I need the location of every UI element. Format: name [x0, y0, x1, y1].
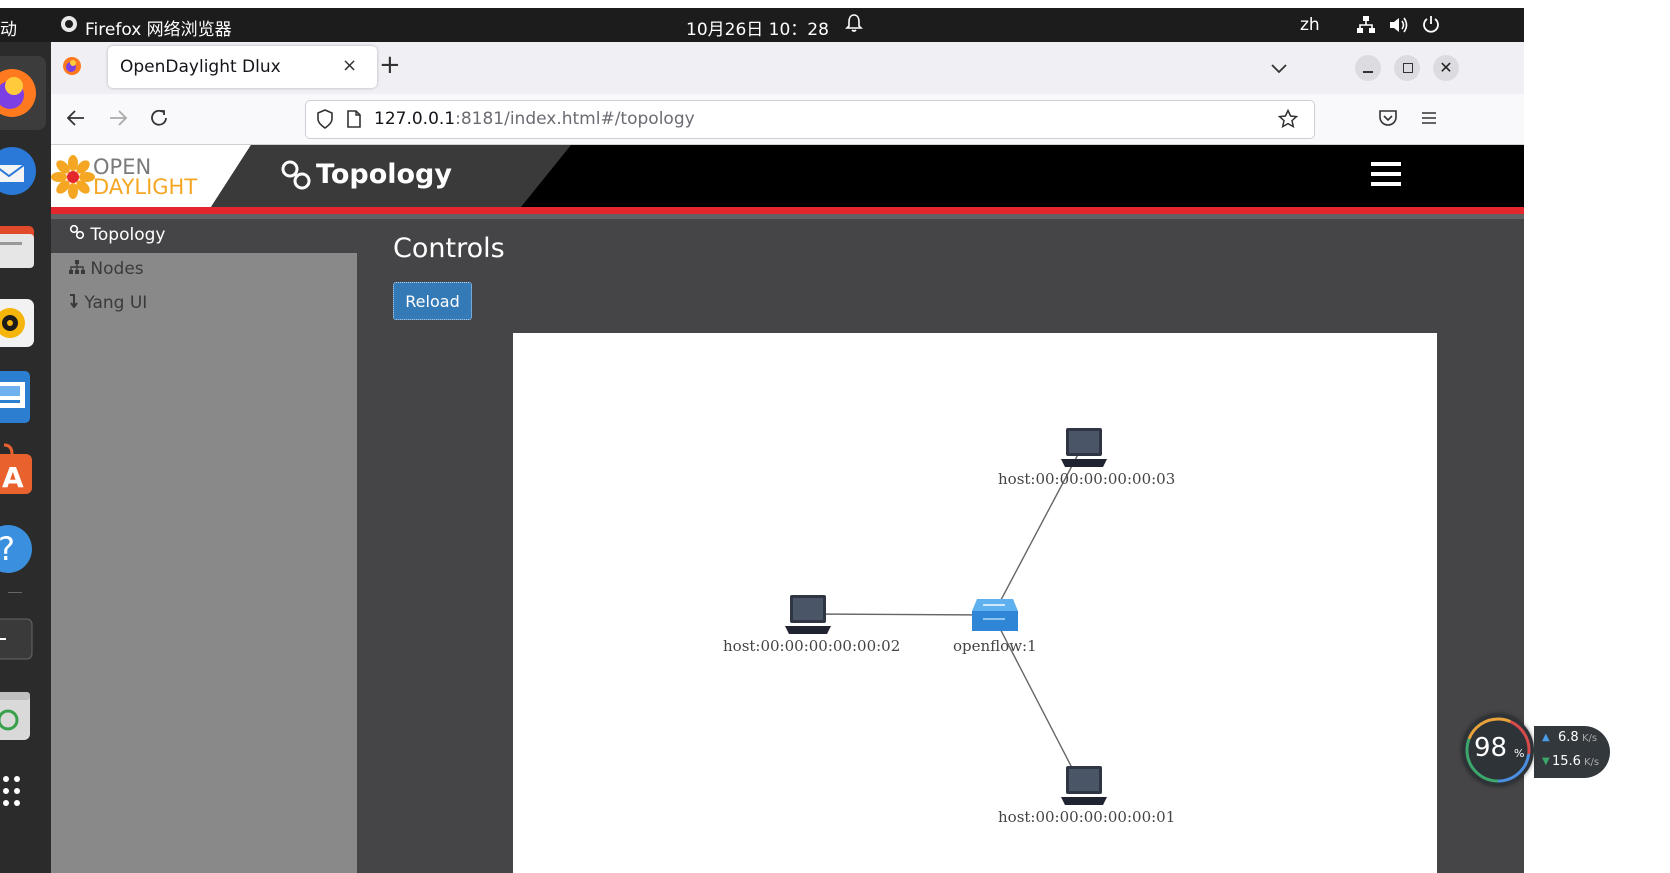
software-center-icon[interactable]: A: [0, 442, 46, 504]
list-tabs-chevron-icon[interactable]: [1271, 59, 1287, 78]
upload-rate: 6.8: [1558, 730, 1579, 745]
link-switch-host2: [808, 613, 994, 616]
activities-button[interactable]: 动: [0, 15, 17, 40]
upload-unit: K/s: [1582, 733, 1598, 744]
system-top-bar: 动 Firefox 网络浏览器 10月26日 10：28 zh: [0, 8, 1524, 42]
dock: A ?: [0, 42, 51, 873]
reload-button[interactable]: Reload: [393, 282, 472, 320]
header-title: Topology: [316, 159, 452, 190]
firefox-icon[interactable]: [0, 62, 46, 124]
pocket-icon[interactable]: [1378, 109, 1398, 131]
node-label-host3: host:00:00:00:00:00:03: [998, 470, 1176, 488]
rhythmbox-icon[interactable]: [0, 292, 46, 354]
thunderbird-icon[interactable]: [0, 140, 46, 202]
app-header: OPEN DAYLIGHT Topology: [51, 145, 1524, 207]
writer-icon[interactable]: [0, 366, 46, 428]
node-label-host1: host:00:00:00:00:00:01: [998, 808, 1176, 826]
upload-arrow-icon: ▲: [1542, 732, 1550, 743]
download-unit: K/s: [1584, 757, 1600, 768]
sidebar-item-label: Yang UI: [84, 293, 148, 313]
tab-title: OpenDaylight Dlux: [120, 57, 281, 77]
app-menu-hamburger-icon[interactable]: [1371, 161, 1401, 191]
tab-bar: OpenDaylight Dlux × + ✕: [51, 42, 1524, 94]
sidebar: Topology Nodes Yang UI: [51, 219, 357, 873]
trash-icon[interactable]: [0, 684, 46, 746]
opendaylight-logo-icon[interactable]: [51, 155, 95, 203]
node-label-switch: openflow:1: [953, 637, 1037, 655]
svg-text:?: ?: [0, 530, 15, 568]
show-apps-icon[interactable]: [0, 760, 46, 822]
app-menu-label[interactable]: Firefox 网络浏览器: [85, 15, 232, 40]
download-rate: 15.6: [1552, 754, 1581, 769]
url-host: 127.0.0.1: [374, 109, 456, 129]
menu-hamburger-icon[interactable]: [1420, 110, 1438, 130]
navigation-toolbar: 127.0.0.1:8181/index.html#/topology: [51, 94, 1524, 145]
level-down-icon: [69, 293, 84, 313]
close-window-icon[interactable]: ✕: [1433, 55, 1459, 81]
switch-icon[interactable]: [971, 597, 1019, 637]
terminal-icon[interactable]: [0, 608, 46, 670]
page-content: OPEN DAYLIGHT Topology Topology Nodes Ya…: [51, 145, 1524, 873]
help-icon[interactable]: ?: [0, 518, 46, 580]
firefox-view-icon[interactable]: [62, 56, 82, 80]
logo-text-daylight: DAYLIGHT: [93, 175, 198, 199]
header-accent-bar: [51, 207, 1524, 214]
topology-link-icon: [280, 159, 312, 195]
sidebar-item-yang-ui[interactable]: Yang UI: [69, 293, 147, 313]
new-tab-icon[interactable]: +: [379, 50, 401, 80]
network-icon[interactable]: [1356, 15, 1376, 40]
page-info-icon[interactable]: [346, 110, 362, 132]
language-indicator[interactable]: zh: [1300, 15, 1320, 35]
dock-divider: [8, 592, 22, 593]
sidebar-item-nodes[interactable]: Nodes: [69, 259, 144, 279]
tracking-shield-icon[interactable]: [316, 109, 334, 133]
back-arrow-icon[interactable]: [66, 108, 86, 132]
url-text[interactable]: 127.0.0.1:8181/index.html#/topology: [374, 109, 695, 129]
power-icon[interactable]: [1421, 14, 1441, 39]
host-laptop-icon[interactable]: [1061, 765, 1107, 811]
url-path: :8181/index.html#/topology: [455, 109, 695, 129]
system-monitor-widget[interactable]: 98 % ▲ 6.8 K/s ▼ 15.6 K/s: [1462, 714, 1610, 790]
forward-arrow-icon[interactable]: [108, 108, 128, 132]
firefox-window: OpenDaylight Dlux × + ✕ 127.0.0.1:8181/i…: [51, 42, 1524, 873]
bookmark-star-icon[interactable]: [1277, 108, 1299, 133]
cpu-percent: 98: [1474, 733, 1508, 763]
sidebar-item-label: Topology: [90, 225, 166, 245]
datetime[interactable]: 10月26日 10：28: [686, 15, 829, 40]
sidebar-item-topology[interactable]: Topology: [69, 224, 165, 245]
reload-page-icon[interactable]: [148, 107, 170, 133]
cpu-gauge: 98 %: [1462, 714, 1534, 786]
bell-icon[interactable]: [845, 13, 863, 38]
minimize-window-icon[interactable]: [1355, 55, 1381, 81]
host-laptop-icon[interactable]: [785, 594, 831, 640]
close-tab-icon[interactable]: ×: [342, 55, 357, 76]
host-laptop-icon[interactable]: [1061, 427, 1107, 473]
section-title: Controls: [393, 233, 505, 264]
sitemap-icon: [69, 259, 90, 279]
svg-text:A: A: [2, 461, 24, 494]
firefox-app-icon: [60, 15, 78, 38]
cpu-unit: %: [1514, 747, 1525, 760]
node-label-host2: host:00:00:00:00:00:02: [723, 637, 901, 655]
download-arrow-icon: ▼: [1542, 756, 1550, 767]
network-rates: ▲ 6.8 K/s ▼ 15.6 K/s: [1534, 726, 1610, 778]
link-icon: [69, 224, 90, 245]
address-bar[interactable]: 127.0.0.1:8181/index.html#/topology: [305, 100, 1315, 139]
restore-window-icon[interactable]: [1394, 55, 1420, 81]
topology-canvas[interactable]: host:00:00:00:00:00:03 host:00:00:00:00:…: [513, 333, 1437, 873]
files-icon[interactable]: [0, 216, 46, 278]
tab-opendaylight[interactable]: OpenDaylight Dlux ×: [108, 46, 377, 88]
sidebar-item-label: Nodes: [90, 259, 144, 279]
volume-icon[interactable]: [1388, 15, 1410, 40]
